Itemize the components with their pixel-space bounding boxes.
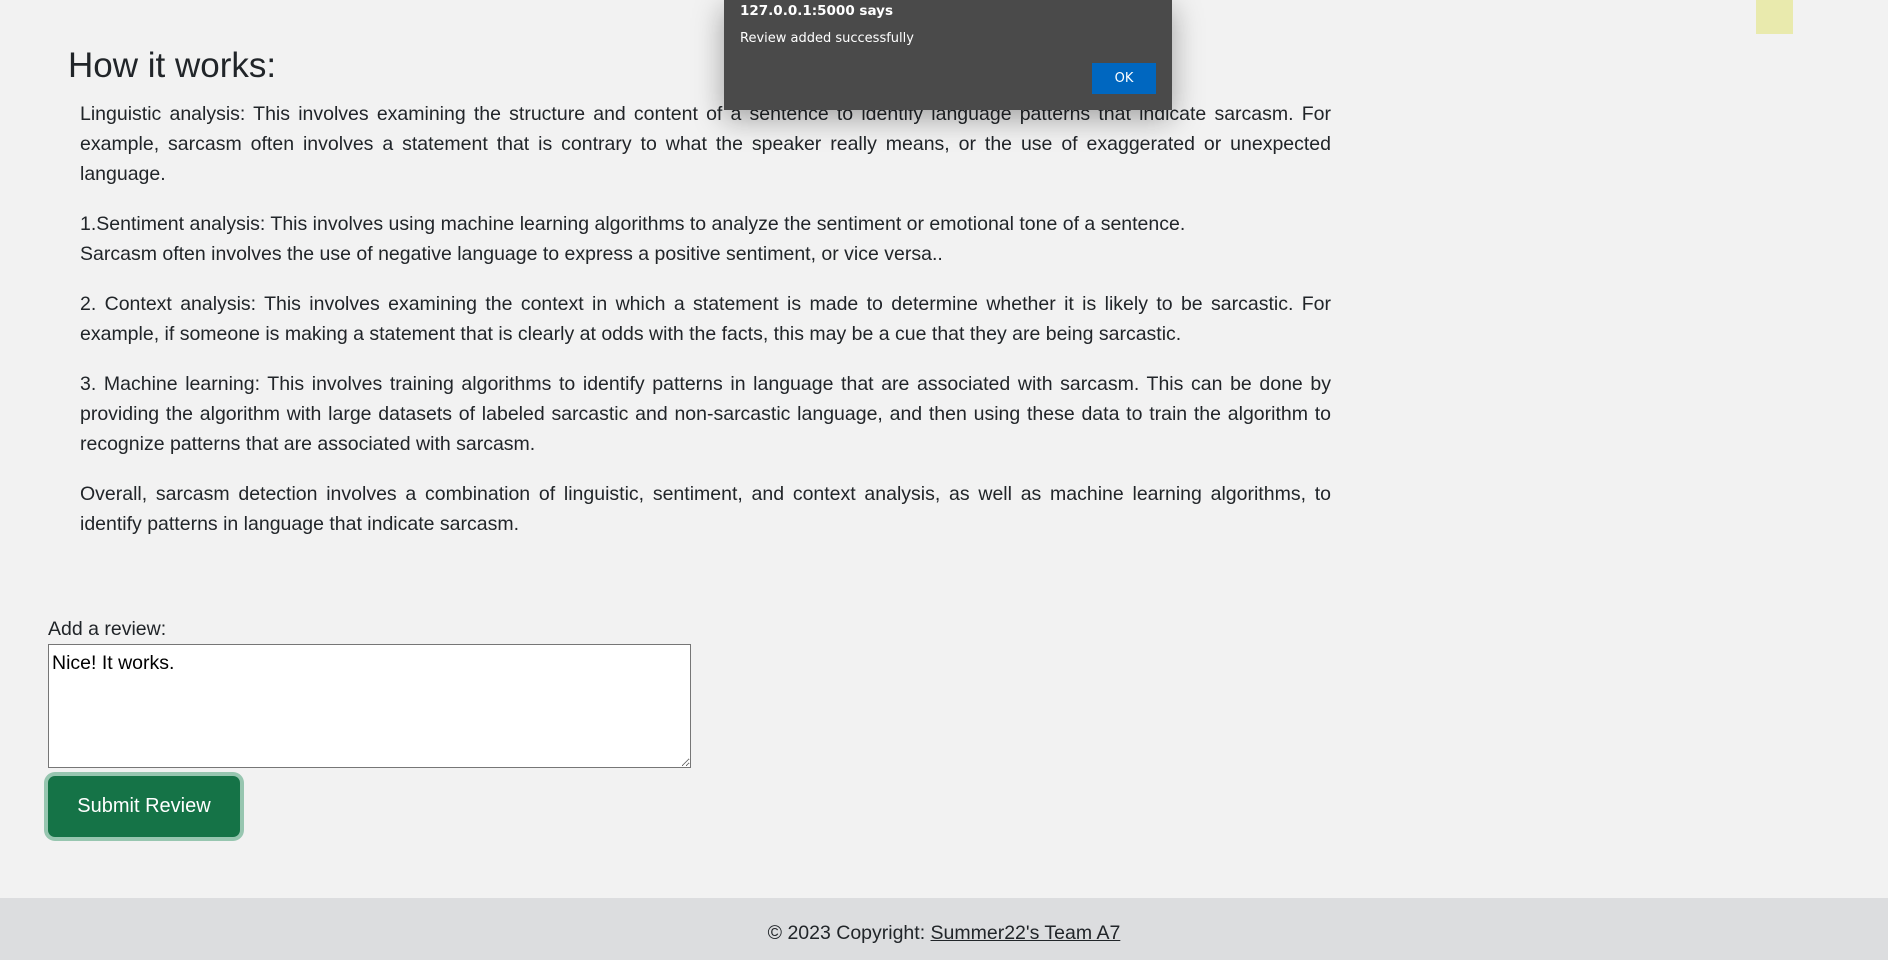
paragraph-sentiment-analysis: 1.Sentiment analysis: This involves usin… [80,209,1331,269]
alert-message: Review added successfully [740,31,914,46]
how-it-works-title: How it works: [68,46,277,85]
how-it-works-body: Linguistic analysis: This involves exami… [80,99,1331,559]
review-textarea[interactable]: Nice! It works. [48,644,691,768]
footer: © 2023 Copyright: Summer22's Team A7 [0,898,1888,960]
paragraph-machine-learning: 3. Machine learning: This involves train… [80,373,1331,455]
paragraph-context-analysis: 2. Context analysis: This involves exami… [80,293,1331,345]
sentiment-analysis-line-1: 1.Sentiment analysis: This involves usin… [80,213,1186,235]
sentiment-analysis-line-2: Sarcasm often involves the use of negati… [80,243,943,265]
submit-review-button[interactable]: Submit Review [48,776,240,837]
corner-square [1756,0,1793,34]
paragraph-overall: Overall, sarcasm detection involves a co… [80,483,1331,535]
page: How it works: Linguistic analysis: This … [0,0,1888,960]
alert-title: 127.0.0.1:5000 says [740,3,893,19]
alert-dialog: 127.0.0.1:5000 says Review added success… [724,0,1172,110]
footer-team-link[interactable]: Summer22's Team A7 [931,922,1121,944]
review-label: Add a review: [48,618,167,640]
footer-copyright: © 2023 Copyright: [767,922,931,944]
alert-ok-button[interactable]: OK [1092,63,1156,94]
paragraph-linguistic-analysis: Linguistic analysis: This involves exami… [80,103,1331,185]
